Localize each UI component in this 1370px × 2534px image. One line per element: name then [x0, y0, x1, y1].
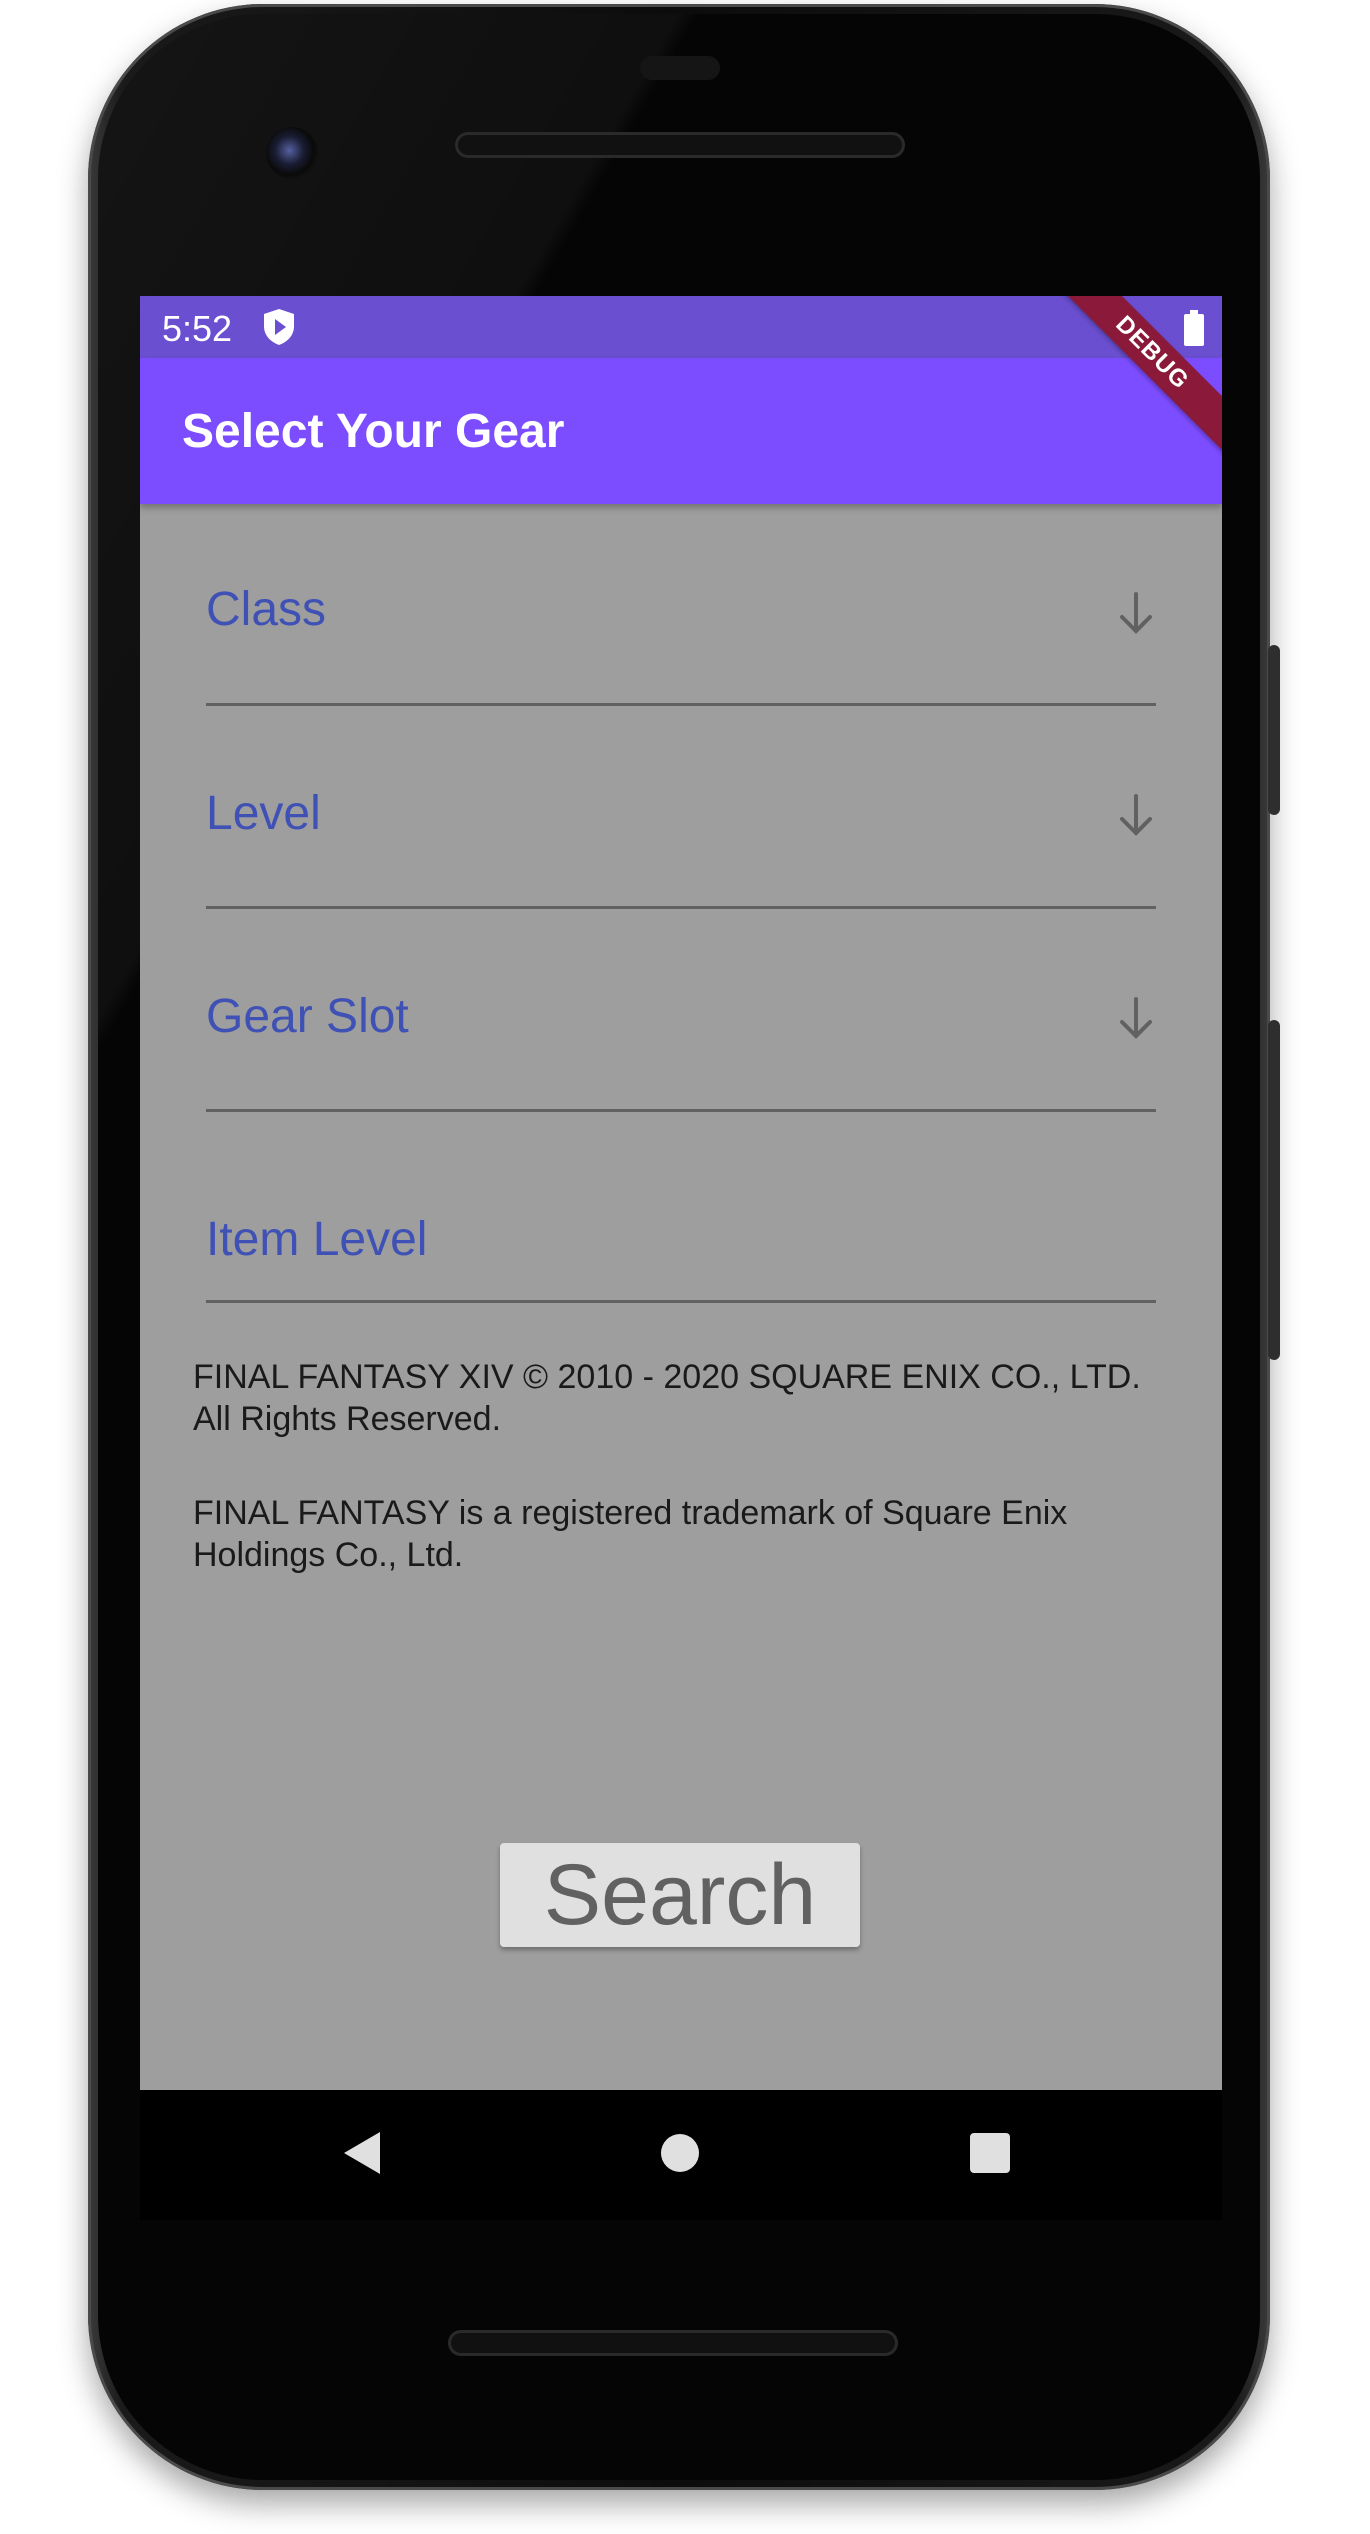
- navigation-bar: [140, 2090, 1222, 2220]
- app-bar: Select Your Gear: [140, 358, 1222, 504]
- shield-play-icon: [264, 309, 294, 345]
- app-screen: 5:52 Select Your Gear DEBUG Class Level …: [140, 296, 1222, 2090]
- page-title: Select Your Gear: [182, 405, 565, 458]
- level-dropdown[interactable]: Level: [206, 736, 1156, 909]
- back-icon[interactable]: [340, 2128, 384, 2178]
- proximity-sensor: [640, 56, 720, 80]
- status-time: 5:52: [162, 308, 233, 349]
- top-speaker: [455, 132, 905, 158]
- copyright-text: FINAL FANTASY XIV © 2010 - 2020 SQUARE E…: [193, 1358, 1141, 1438]
- front-camera: [266, 127, 318, 179]
- level-label: Level: [206, 787, 321, 840]
- home-icon[interactable]: [658, 2128, 702, 2178]
- status-bar: 5:52: [140, 296, 1222, 358]
- item-level-label: Item Level: [206, 1213, 428, 1266]
- gear-slot-label: Gear Slot: [206, 990, 409, 1043]
- item-level-field[interactable]: Item Level: [206, 1146, 1156, 1303]
- trademark-text: FINAL FANTASY is a registered trademark …: [193, 1494, 1068, 1574]
- arrow-down-icon: [1120, 794, 1152, 836]
- class-label: Class: [206, 583, 327, 636]
- power-button: [1268, 1020, 1280, 1360]
- bottom-speaker: [448, 2330, 898, 2356]
- class-dropdown[interactable]: Class: [206, 536, 1156, 706]
- recents-icon[interactable]: [968, 2128, 1012, 2178]
- gear-slot-dropdown[interactable]: Gear Slot: [206, 939, 1156, 1112]
- arrow-down-icon: [1120, 997, 1152, 1039]
- volume-button: [1268, 645, 1280, 815]
- battery-icon: [1184, 310, 1204, 346]
- arrow-down-icon: [1120, 592, 1152, 634]
- search-button[interactable]: Search: [500, 1843, 860, 1947]
